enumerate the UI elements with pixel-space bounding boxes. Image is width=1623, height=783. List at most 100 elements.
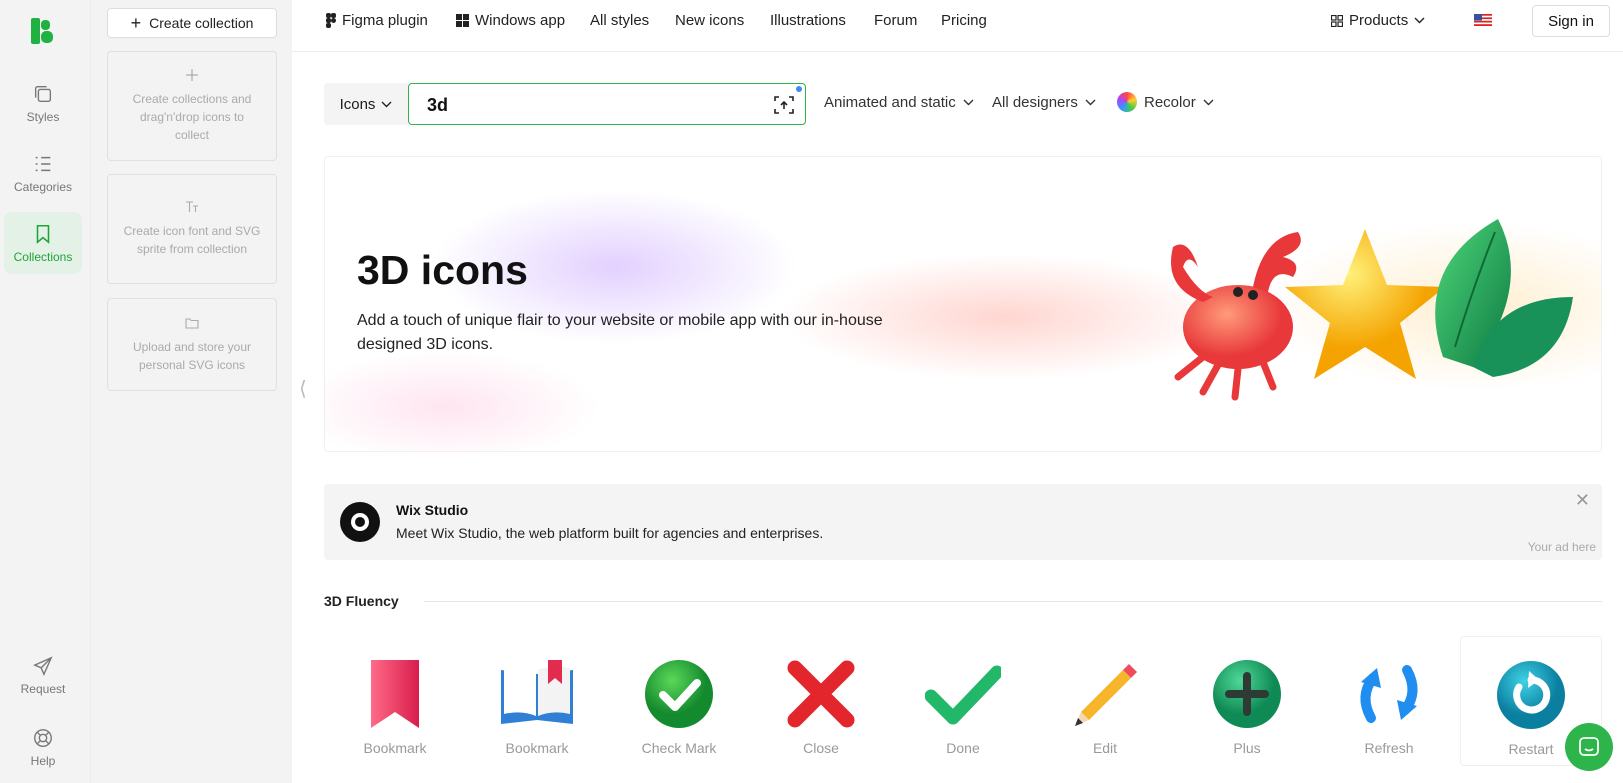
icon-label: Bookmark xyxy=(505,740,569,756)
star-illustration xyxy=(1285,229,1445,379)
pencil-3d-icon xyxy=(1075,664,1137,726)
collection-card-text: Create collections and drag'n'drop icons… xyxy=(132,92,252,142)
filter-label: Animated and static xyxy=(824,94,956,111)
plus-icon xyxy=(186,69,198,81)
nav-products-menu[interactable]: Products xyxy=(1331,12,1425,29)
hero-title: 3D icons xyxy=(357,247,528,293)
collection-card-font[interactable]: Create icon font and SVG sprite from col… xyxy=(107,174,277,284)
image-search-icon[interactable] xyxy=(773,94,795,116)
icon-cell-close[interactable]: Close xyxy=(750,636,892,766)
icon-label: Plus xyxy=(1233,740,1261,756)
icons8-logo[interactable] xyxy=(31,18,55,44)
chevron-down-icon xyxy=(1085,99,1096,106)
font-icon xyxy=(186,201,198,212)
rail-label: Collections xyxy=(13,249,73,264)
refresh-3d-icon xyxy=(1360,665,1418,723)
nav-link-label: All styles xyxy=(590,12,650,29)
ad-title: Wix Studio xyxy=(396,502,469,518)
close-icon[interactable]: ✕ xyxy=(1575,490,1590,511)
lifebuoy-icon xyxy=(34,728,52,747)
icon-cell-done[interactable]: Done xyxy=(892,636,1034,766)
chevron-down-icon xyxy=(1203,99,1214,105)
collection-card-text: Upload and store your personal SVG icons xyxy=(132,339,252,372)
figma-icon xyxy=(326,13,336,28)
create-collection-label: Create collection xyxy=(149,15,254,31)
icon-cell-edit[interactable]: Edit xyxy=(1034,636,1176,766)
color-wheel-icon xyxy=(1117,92,1137,112)
bookmark-icon xyxy=(36,224,50,244)
nav-link-label: New icons xyxy=(675,12,745,29)
send-icon xyxy=(33,655,53,676)
plus-icon: + xyxy=(130,13,142,33)
folder-icon xyxy=(185,317,199,329)
nav-link-label: Pricing xyxy=(941,12,987,29)
collapse-panel-toggle[interactable]: ⟨ xyxy=(299,376,307,401)
hero-description: Add a touch of unique flair to your webs… xyxy=(357,312,883,353)
collection-card-text: Create icon font and SVG sprite from col… xyxy=(123,224,261,256)
bookmark-3d-icon xyxy=(371,660,419,728)
rail-item-help[interactable]: Help xyxy=(4,716,82,778)
hero-banner: 3D icons Add a touch of unique flair to … xyxy=(324,156,1602,452)
chevron-down-icon xyxy=(1414,17,1425,24)
nav-pricing[interactable]: Pricing xyxy=(941,12,987,29)
filter-designers[interactable]: All designers xyxy=(992,94,1096,111)
us-flag-icon[interactable] xyxy=(1474,14,1492,26)
notification-dot xyxy=(796,86,802,92)
plus-3d-icon xyxy=(1213,660,1281,728)
nav-illustrations[interactable]: Illustrations xyxy=(770,12,846,29)
filter-recolor[interactable]: Recolor xyxy=(1117,92,1214,112)
nav-link-label: Illustrations xyxy=(770,12,846,29)
sign-in-button[interactable]: Sign in xyxy=(1532,5,1610,37)
section-divider xyxy=(424,601,1602,602)
icon-cell-refresh[interactable]: Refresh xyxy=(1318,636,1460,766)
collection-card-upload[interactable]: Upload and store your personal SVG icons xyxy=(107,298,277,391)
rail-label: Help xyxy=(30,753,56,768)
chat-button[interactable] xyxy=(1565,723,1613,771)
ad-note-link[interactable]: Your ad here xyxy=(1528,540,1596,554)
nav-link-label: Figma plugin xyxy=(342,12,428,29)
nav-windows-app[interactable]: Windows app xyxy=(456,12,565,29)
rail-item-styles[interactable]: Styles xyxy=(4,72,82,134)
rail-item-collections[interactable]: Collections xyxy=(4,212,82,274)
rail-label: Request xyxy=(20,681,66,696)
icon-cell-plus[interactable]: Plus xyxy=(1176,636,1318,766)
chevron-down-icon xyxy=(381,101,392,107)
nav-all-styles[interactable]: All styles xyxy=(590,12,649,29)
nav-forum[interactable]: Forum xyxy=(874,12,917,29)
search-input[interactable] xyxy=(427,92,747,118)
open-book-3d-icon xyxy=(501,660,573,724)
nav-link-label: Products xyxy=(1349,12,1409,29)
done-3d-icon xyxy=(925,665,1001,725)
windows-icon xyxy=(456,14,469,27)
icon-label: Done xyxy=(946,740,980,756)
nav-new-icons[interactable]: New icons xyxy=(675,12,744,29)
section-title: 3D Fluency xyxy=(324,593,399,609)
restart-3d-icon xyxy=(1497,661,1565,729)
ad-banner[interactable]: Wix Studio Meet Wix Studio, the web plat… xyxy=(324,484,1602,560)
rail-label: Styles xyxy=(26,109,60,124)
leaves-illustration xyxy=(1435,219,1573,377)
search-type-label: Icons xyxy=(339,95,376,113)
icon-label: Check Mark xyxy=(641,740,717,756)
filter-animated[interactable]: Animated and static xyxy=(824,94,974,111)
styles-icon xyxy=(34,85,52,102)
icon-cell-bookmark[interactable]: Bookmark xyxy=(324,636,466,766)
check-mark-3d-icon xyxy=(645,660,713,728)
nav-link-label: Forum xyxy=(874,12,918,29)
icon-cell-check-mark[interactable]: Check Mark xyxy=(608,636,750,766)
icon-label: Restart xyxy=(1508,741,1554,757)
search-type-select[interactable]: Icons xyxy=(324,83,408,125)
rail-item-request[interactable]: Request xyxy=(4,644,82,706)
chat-icon xyxy=(1579,737,1599,756)
collection-card-create[interactable]: Create collections and drag'n'drop icons… xyxy=(107,51,277,161)
rail-item-categories[interactable]: Categories xyxy=(4,142,82,204)
nav-link-label: Windows app xyxy=(475,12,566,29)
grid-icon xyxy=(1331,14,1343,27)
wix-studio-logo xyxy=(340,502,380,542)
icon-label: Bookmark xyxy=(363,740,427,756)
icon-label: Refresh xyxy=(1364,740,1414,756)
rail-label: Categories xyxy=(13,179,73,194)
nav-figma-plugin[interactable]: Figma plugin xyxy=(326,12,428,29)
icon-cell-open-book[interactable]: Bookmark xyxy=(466,636,608,766)
create-collection-button[interactable]: + Create collection xyxy=(107,8,277,38)
